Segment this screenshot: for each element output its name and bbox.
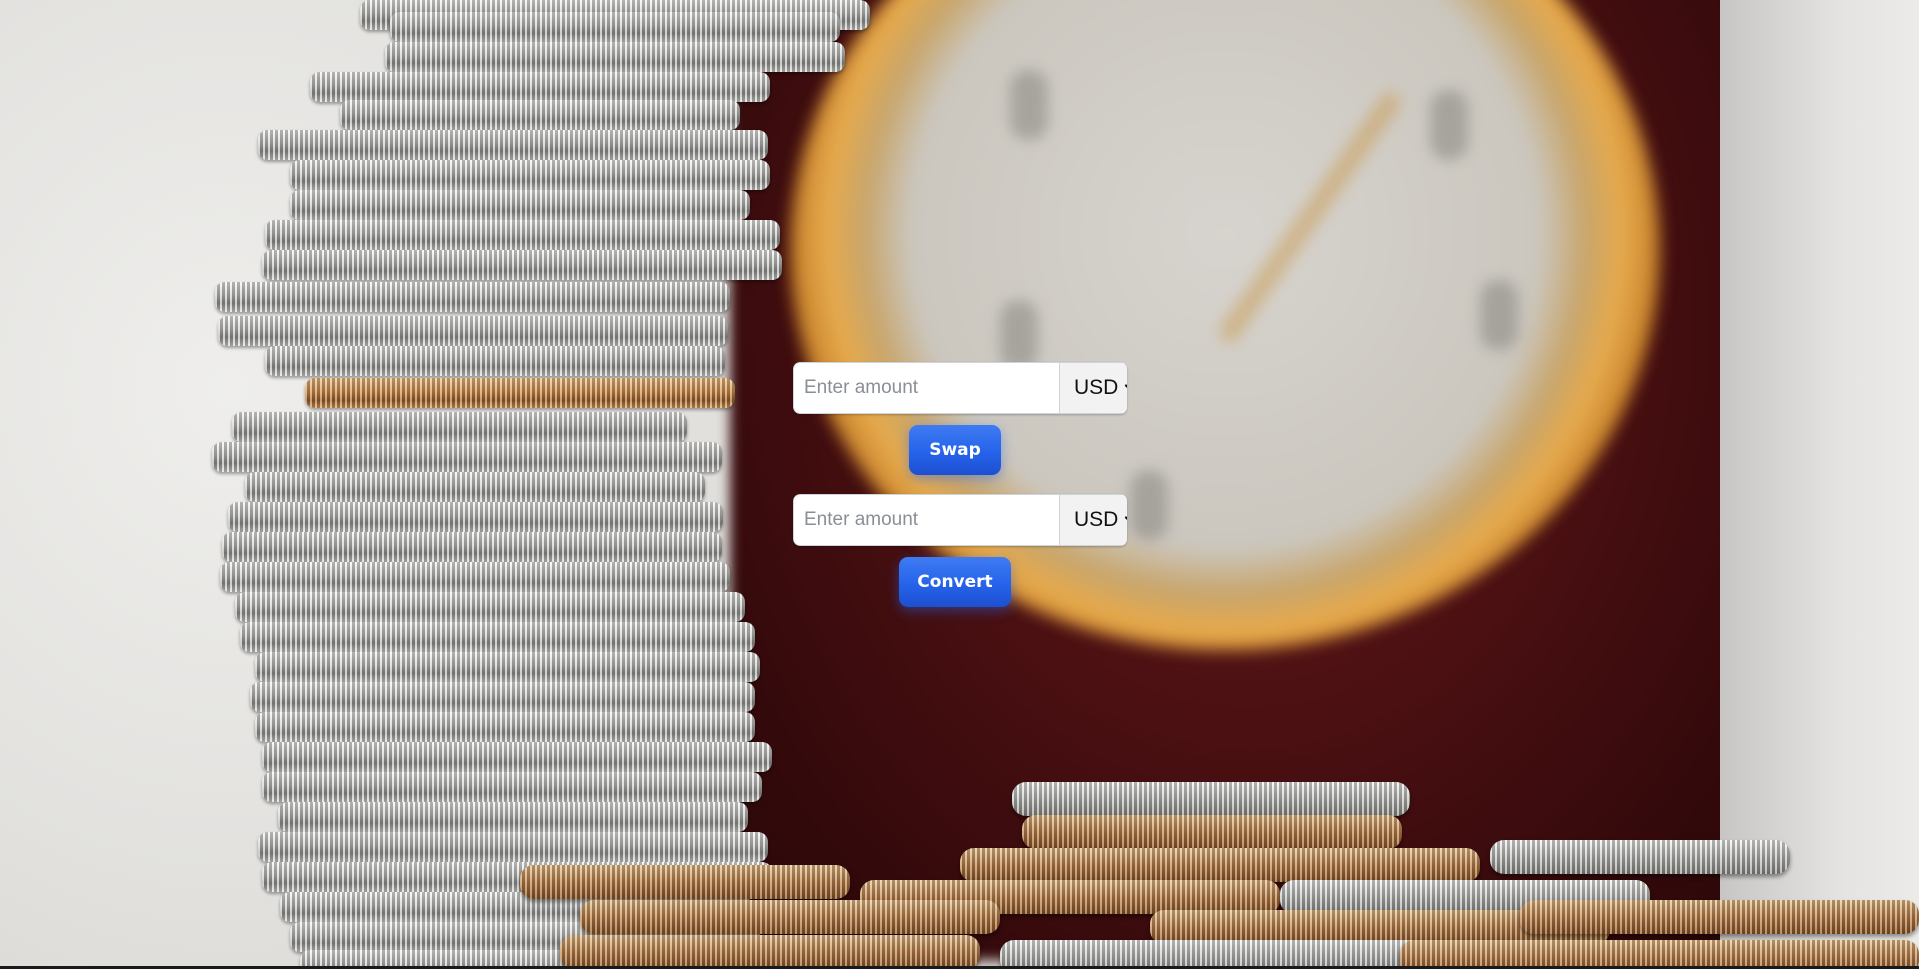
to-currency-value: USD bbox=[1074, 508, 1119, 531]
from-amount-input[interactable] bbox=[793, 362, 1059, 414]
chevron-down-icon bbox=[1125, 384, 1127, 388]
from-currency-select[interactable]: USD bbox=[1059, 362, 1127, 414]
page: USD Swap USD Convert bbox=[0, 0, 1919, 969]
to-currency-select[interactable]: USD bbox=[1059, 494, 1127, 546]
from-currency-value: USD bbox=[1074, 376, 1119, 399]
from-amount-group: USD bbox=[793, 362, 1127, 414]
swap-button[interactable]: Swap bbox=[909, 425, 1001, 475]
currency-converter: USD Swap USD Convert bbox=[0, 0, 1919, 969]
to-amount-input[interactable] bbox=[793, 494, 1059, 546]
convert-button[interactable]: Convert bbox=[899, 557, 1011, 607]
chevron-down-icon bbox=[1125, 516, 1127, 520]
to-amount-group: USD bbox=[793, 494, 1127, 546]
